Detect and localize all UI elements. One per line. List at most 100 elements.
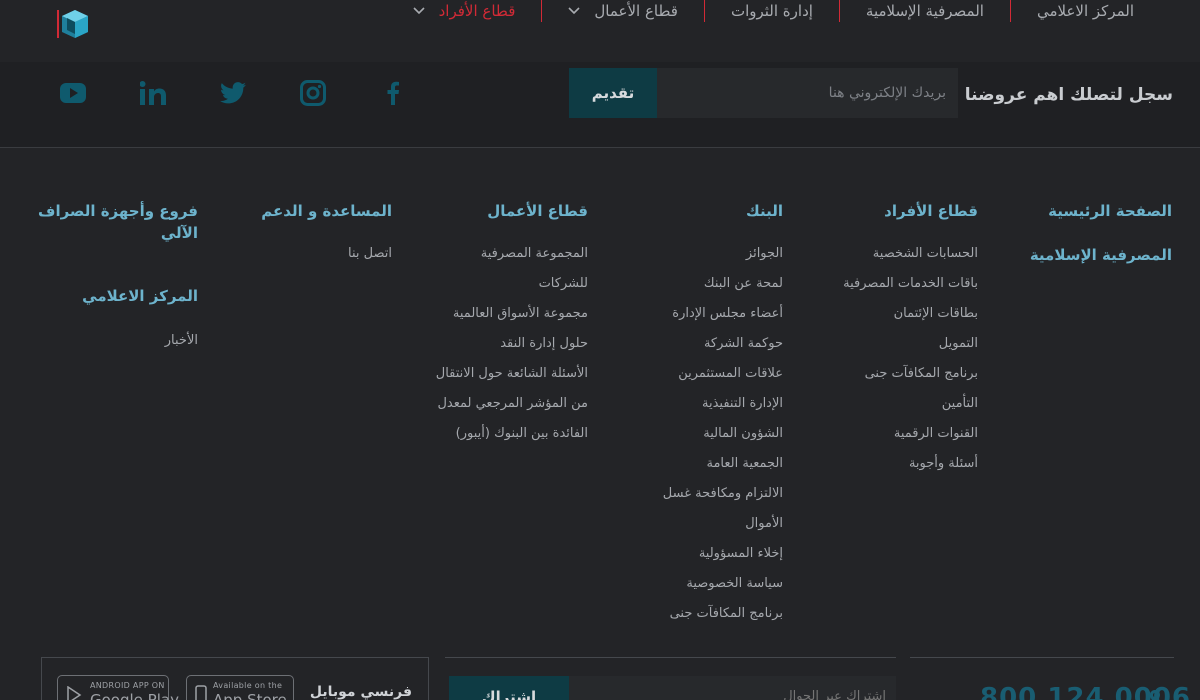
- app-store-badge[interactable]: Available on the App Store: [186, 675, 294, 700]
- facebook-icon: [387, 81, 399, 105]
- footer-link-item: التمويل: [778, 334, 978, 364]
- app-store-caption: Available on the: [213, 681, 283, 690]
- newsletter-title: سجل لتصلك اهم عروضنا: [964, 85, 1173, 105]
- twitter-icon: [220, 82, 246, 104]
- footer-link[interactable]: باقات الخدمات المصرفية: [843, 276, 978, 291]
- footer-link-item: الجمعية العامة: [583, 454, 783, 484]
- location-pin-icon: [1150, 690, 1160, 700]
- newsletter-form: تقديم: [569, 68, 958, 118]
- linkedin-link[interactable]: [140, 78, 220, 108]
- divider: [910, 657, 1174, 658]
- nav-business[interactable]: قطاع الأعمال: [542, 2, 704, 20]
- footer-media-links: الأخبار: [38, 331, 198, 361]
- footer-support-links: اتصل بنا: [212, 244, 392, 274]
- footer-link-item: الحسابات الشخصية: [778, 244, 978, 274]
- youtube-link[interactable]: [60, 78, 140, 108]
- top-navigation: قطاع الأفراد قطاع الأعمال إدارة الثروات …: [0, 0, 1200, 62]
- footer-link-item: الالتزام ومكافحة غسل: [583, 484, 783, 514]
- footer-business-links: المجموعة المصرفية للشركات مجموعة الأسواق ا…: [388, 244, 588, 454]
- phone-icon: [195, 685, 207, 700]
- footer-bottom: 800 124 0006 اشتراك فرنسي موبايل Availab…: [0, 650, 1200, 700]
- footer-col-support: المساعدة و الدعم اتصل بنا: [212, 200, 392, 274]
- instagram-link[interactable]: [300, 78, 380, 108]
- footer-link[interactable]: برنامج المكافآت جنى: [865, 366, 978, 381]
- nav-wealth-label: إدارة الثروات: [730, 2, 813, 20]
- footer-link[interactable]: الحسابات الشخصية: [873, 246, 978, 261]
- footer-link[interactable]: التأمين: [942, 396, 978, 411]
- footer-link[interactable]: القنوات الرقمية: [894, 426, 978, 441]
- footer-individuals-title: قطاع الأفراد: [884, 202, 978, 220]
- footer-link[interactable]: بطاقات الإئتمان: [894, 306, 978, 321]
- footer-link[interactable]: أسئلة وأجوبة: [909, 456, 978, 471]
- newsletter-email-input[interactable]: [657, 68, 958, 118]
- footer-link[interactable]: حوكمة الشركة: [704, 336, 783, 351]
- google-play-badge[interactable]: ANDROID APP ON Google Play: [57, 675, 179, 700]
- facebook-link[interactable]: [380, 78, 460, 108]
- youtube-icon: [60, 83, 86, 103]
- google-play-caption: ANDROID APP ON: [90, 681, 165, 690]
- footer-link[interactable]: من المؤشر المرجعي لمعدل: [437, 396, 588, 411]
- footer-link[interactable]: لمحة عن البنك: [704, 276, 783, 291]
- nav-islamic[interactable]: المصرفية الإسلامية: [840, 2, 1010, 20]
- footer-link[interactable]: أعضاء مجلس الإدارة: [672, 306, 783, 321]
- main-nav: قطاع الأفراد قطاع الأعمال إدارة الثروات …: [387, 0, 1160, 22]
- footer-link[interactable]: الجمعية العامة: [706, 456, 783, 471]
- footer-link[interactable]: الشؤون المالية: [703, 426, 783, 441]
- nav-individuals[interactable]: قطاع الأفراد: [387, 2, 542, 20]
- footer-link-item: الجوائز: [583, 244, 783, 274]
- footer-link[interactable]: الجوائز: [746, 246, 783, 261]
- footer-link-item: اتصل بنا: [212, 244, 392, 274]
- mobile-subscribe-button[interactable]: اشتراك: [449, 676, 569, 700]
- footer-col-branches: فروع وأجهزة الصراف الآلي المركز الاعلامي…: [38, 200, 198, 361]
- bank-logo[interactable]: [57, 8, 91, 40]
- footer-link-item: الأسئلة الشائعة حول الانتقال: [388, 364, 588, 394]
- footer-link[interactable]: الأموال: [745, 516, 783, 531]
- footer-link[interactable]: إخلاء المسؤولية: [699, 546, 783, 561]
- app-store-name: App Store: [213, 691, 287, 700]
- newsletter-submit-button[interactable]: تقديم: [569, 68, 657, 118]
- footer-branches-link[interactable]: فروع وأجهزة الصراف الآلي: [38, 200, 198, 244]
- nav-wealth[interactable]: إدارة الثروات: [705, 2, 839, 20]
- chevron-down-icon: [568, 7, 580, 15]
- footer-home-link[interactable]: الصفحة الرئيسية: [1012, 200, 1172, 222]
- instagram-icon: [300, 80, 326, 106]
- footer-link[interactable]: الأخبار: [165, 333, 198, 348]
- footer-link-item: الأخبار: [38, 331, 198, 361]
- footer-link[interactable]: الالتزام ومكافحة غسل: [663, 486, 783, 501]
- footer-link[interactable]: حلول إدارة النقد: [500, 336, 588, 351]
- footer-link[interactable]: الأسئلة الشائعة حول الانتقال: [436, 366, 588, 381]
- footer-link-item: المجموعة المصرفية: [388, 244, 588, 274]
- mobile-app-box: فرنسي موبايل Available on the App Store …: [41, 657, 429, 700]
- footer-link-item: بطاقات الإئتمان: [778, 304, 978, 334]
- nav-media[interactable]: المركز الاعلامي: [1011, 2, 1160, 20]
- footer-link-item: برنامج المكافآت جنى: [583, 604, 783, 634]
- footer-link[interactable]: الإدارة التنفيذية: [702, 396, 783, 411]
- footer-link[interactable]: مجموعة الأسواق العالمية: [453, 306, 588, 321]
- footer-link[interactable]: المجموعة المصرفية: [481, 246, 588, 261]
- footer-link[interactable]: للشركات: [539, 276, 588, 291]
- linkedin-icon: [140, 81, 166, 105]
- footer-col-bank: البنك الجوائز لمحة عن البنك أعضاء مجلس الإ…: [583, 200, 783, 634]
- footer-link-item: الشؤون المالية: [583, 424, 783, 454]
- footer-bank-links: الجوائز لمحة عن البنك أعضاء مجلس الإدارة حو…: [583, 244, 783, 634]
- footer-islamic-link[interactable]: المصرفية الإسلامية: [1012, 244, 1172, 266]
- footer-link[interactable]: التمويل: [939, 336, 978, 351]
- footer-link[interactable]: اتصل بنا: [348, 246, 392, 261]
- footer-link-item: برنامج المكافآت جنى: [778, 364, 978, 394]
- footer-link[interactable]: الفائدة بين البنوك (أيبور): [456, 426, 588, 441]
- mobile-app-title: فرنسي موبايل: [309, 684, 412, 700]
- footer-link-item: من المؤشر المرجعي لمعدل: [388, 394, 588, 424]
- twitter-link[interactable]: [220, 78, 300, 108]
- mobile-subscribe-input[interactable]: [569, 676, 896, 700]
- footer-col-individuals: قطاع الأفراد الحسابات الشخصية باقات الخدم…: [778, 200, 978, 484]
- nav-individuals-label: قطاع الأفراد: [438, 2, 516, 20]
- footer-bank-title: البنك: [746, 202, 783, 220]
- footer-columns: الصفحة الرئيسية المصرفية الإسلامية قطاع …: [0, 200, 1200, 640]
- footer-link-item: مجموعة الأسواق العالمية: [388, 304, 588, 334]
- footer-link[interactable]: سياسة الخصوصية: [686, 576, 783, 591]
- footer-link[interactable]: علاقات المستثمرين: [678, 366, 783, 381]
- footer-link[interactable]: برنامج المكافآت جنى: [670, 606, 783, 621]
- footer-business-title: قطاع الأعمال: [487, 202, 588, 220]
- newsletter-band: سجل لتصلك اهم عروضنا تقديم: [0, 62, 1200, 148]
- footer-link-item: القنوات الرقمية: [778, 424, 978, 454]
